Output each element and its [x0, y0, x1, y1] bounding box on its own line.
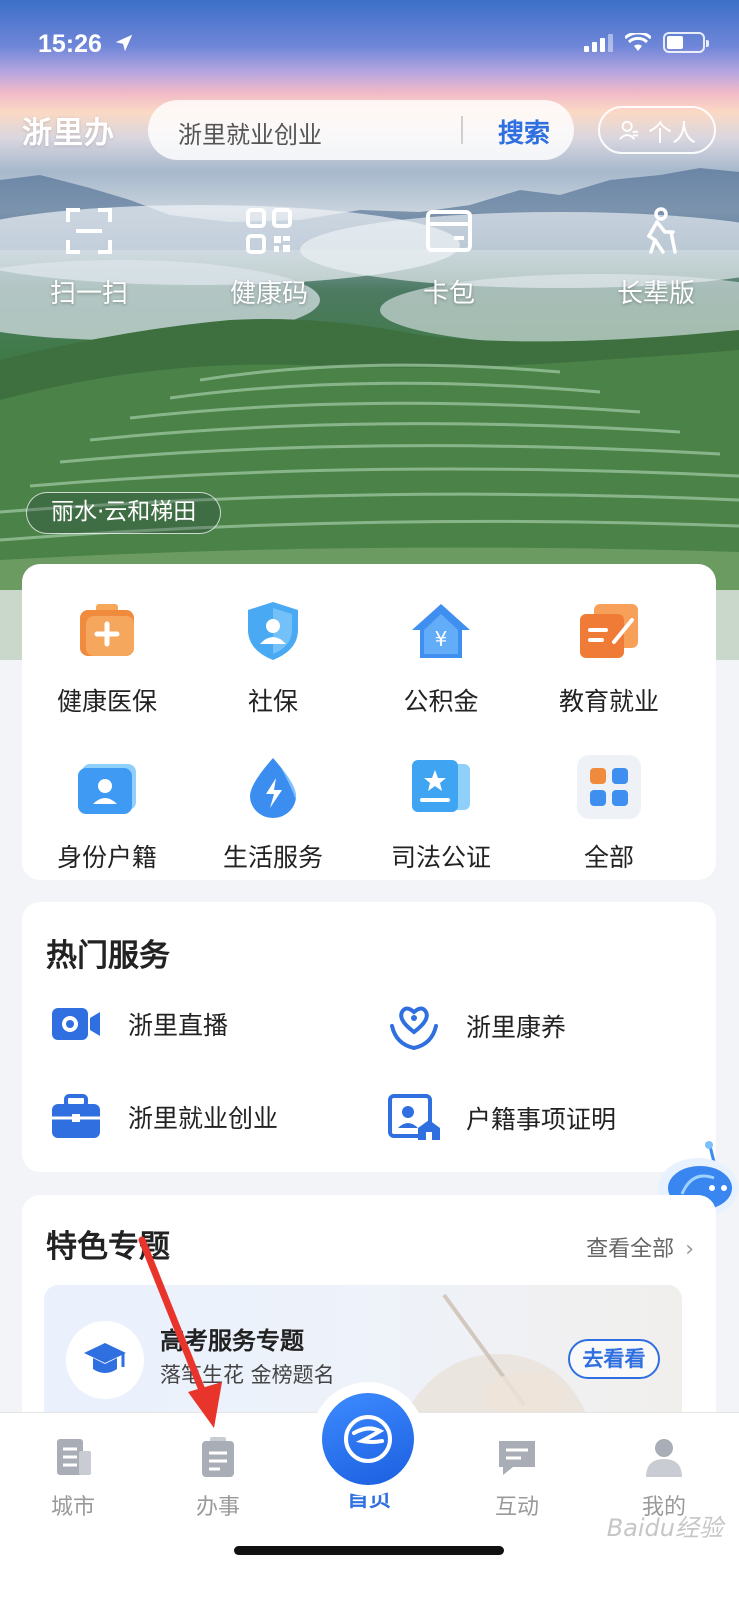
services-card: 健康医保 社保 ¥ 公积金 教育就业 身份户籍 生活服务 司法公证 全部 [22, 564, 716, 880]
qr-code-icon [246, 208, 292, 254]
hot-item-health-care[interactable]: 浙里康养 [388, 1002, 566, 1050]
chat-icon [499, 1441, 535, 1475]
service-judicial-notary[interactable]: 司法公证 [356, 754, 526, 874]
quick-elder-mode[interactable]: 长辈版 [591, 205, 721, 310]
person-icon [619, 120, 639, 140]
heart-care-icon [390, 1006, 438, 1050]
topic-subtitle: 落笔生花 金榜题名 [160, 1363, 335, 1387]
user-icon [646, 1439, 682, 1477]
hot-services-title: 热门服务 [46, 938, 170, 974]
home-logo-icon[interactable] [322, 1393, 414, 1485]
elder-icon [646, 207, 677, 254]
hot-item-live[interactable]: 浙里直播 [50, 1002, 228, 1046]
quick-card-wallet[interactable]: 卡包 [384, 205, 514, 310]
city-icon [57, 1439, 91, 1475]
hero-background [0, 0, 739, 660]
chevron-right-icon: › [685, 1237, 694, 1262]
quick-label: 长辈版 [616, 279, 695, 309]
id-card-icon [78, 764, 136, 814]
medical-kit-icon [80, 604, 134, 656]
life-service-drop-icon [250, 758, 297, 818]
quick-scan[interactable]: 扫一扫 [24, 205, 154, 310]
service-life-service[interactable]: 生活服务 [188, 754, 358, 874]
view-all-label: 查看全部 [586, 1237, 675, 1262]
search-input[interactable]: 浙里就业创业 [178, 115, 322, 150]
service-label: 身份户籍 [56, 843, 157, 872]
search-divider [461, 116, 463, 144]
card-wallet-icon [426, 210, 472, 252]
quick-label: 扫一扫 [49, 279, 128, 309]
service-label: 司法公证 [390, 843, 491, 872]
watermark: Baidu经验 [606, 1514, 723, 1542]
service-health-insurance[interactable]: 健康医保 [22, 598, 192, 718]
service-education-employment[interactable]: 教育就业 [524, 598, 694, 718]
status-time: 15:26 [38, 30, 135, 59]
quick-label: 健康码 [229, 279, 308, 309]
housing-fund-icon: ¥ [412, 604, 470, 658]
scan-icon [66, 208, 112, 254]
hot-item-label: 浙里直播 [128, 1011, 229, 1040]
hot-services-card: 热门服务 浙里直播 浙里康养 浙里就业创业 户籍事项证明 [22, 902, 716, 1172]
wifi-icon [625, 32, 651, 51]
topic-go-button[interactable]: 去看看 [568, 1339, 660, 1379]
quick-health-code[interactable]: 健康码 [204, 205, 334, 310]
service-identity-household[interactable]: 身份户籍 [22, 754, 192, 874]
tasks-icon [202, 1437, 234, 1477]
service-label: 教育就业 [558, 687, 659, 716]
hot-item-label: 浙里康养 [466, 1013, 567, 1042]
svg-text:¥: ¥ [435, 627, 448, 651]
service-label: 健康医保 [56, 687, 157, 716]
education-icon [580, 604, 638, 658]
service-label: 社保 [247, 687, 298, 716]
view-all-link[interactable]: 查看全部 › [586, 1231, 694, 1263]
service-label: 全部 [583, 843, 634, 872]
live-camera-icon [52, 1008, 100, 1040]
hot-item-household-cert[interactable]: 户籍事项证明 [388, 1094, 616, 1142]
all-grid-icon [577, 755, 641, 819]
tab-interact[interactable]: 互动 [462, 1433, 572, 1521]
service-social-security[interactable]: 社保 [188, 598, 358, 718]
social-security-shield-icon [248, 602, 298, 660]
search-button[interactable]: 搜索 [498, 113, 550, 150]
hot-item-label: 户籍事项证明 [466, 1105, 617, 1134]
service-label: 公积金 [403, 687, 479, 716]
featured-title: 特色专题 [46, 1229, 170, 1265]
household-cert-icon [388, 1094, 440, 1140]
personal-label: 个人 [648, 118, 696, 147]
cellular-signal-icon [584, 33, 613, 52]
topic-title: 高考服务专题 [160, 1327, 304, 1355]
personal-button[interactable]: 个人 [598, 106, 716, 154]
service-label: 生活服务 [222, 843, 323, 872]
quick-label: 卡包 [422, 279, 475, 309]
tab-city[interactable]: 城市 [18, 1433, 128, 1521]
service-housing-fund[interactable]: ¥ 公积金 [356, 598, 526, 718]
battery-icon [663, 32, 709, 53]
search-bar[interactable]: 浙里就业创业 搜索 [148, 100, 574, 160]
graduation-cap-icon [66, 1321, 144, 1399]
notary-folder-icon [412, 760, 470, 812]
hot-item-employment[interactable]: 浙里就业创业 [50, 1094, 278, 1140]
status-icons [584, 32, 709, 53]
briefcase-icon [52, 1094, 100, 1138]
tab-label: 城市 [50, 1495, 95, 1520]
location-tag[interactable]: 丽水·云和梯田 [26, 492, 222, 534]
service-all[interactable]: 全部 [524, 754, 694, 874]
location-arrow-icon [115, 34, 133, 52]
tab-label: 互动 [494, 1495, 539, 1520]
home-indicator [234, 1546, 504, 1555]
hot-item-label: 浙里就业创业 [128, 1104, 279, 1133]
tab-label: 办事 [195, 1495, 240, 1520]
tab-tasks[interactable]: 办事 [163, 1433, 273, 1521]
app-logo: 浙里办 [22, 116, 115, 151]
